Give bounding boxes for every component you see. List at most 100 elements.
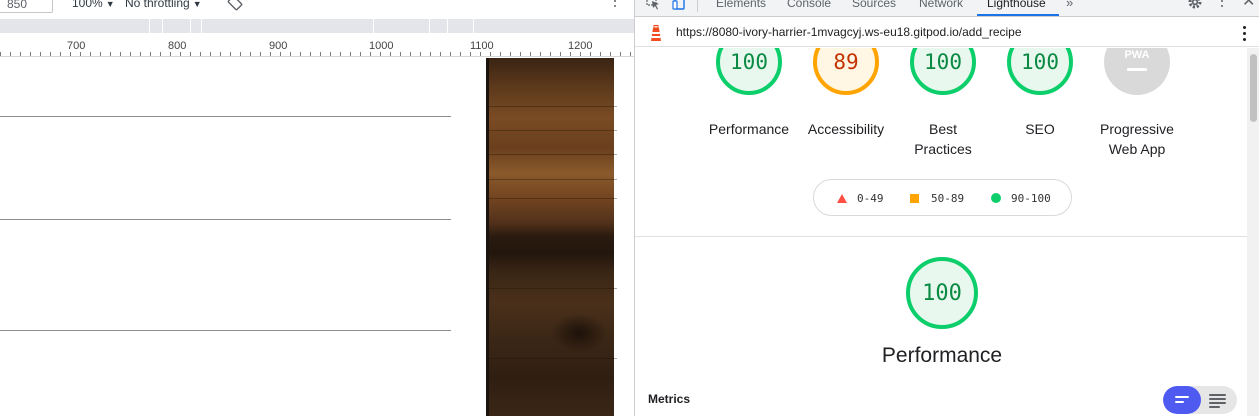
tab-sources[interactable]: Sources [852,0,896,11]
ruler-tick [320,52,321,56]
score-value: 100 [1007,48,1073,95]
ruler-tick [260,52,261,56]
ruler-tick [220,52,221,56]
ruler-tick [40,52,41,56]
ruler-tick [20,52,21,56]
ruler-tick [420,52,421,56]
rotate-icon[interactable] [227,0,243,11]
label-line: Progressive [1100,121,1174,137]
ruler-tick [430,52,431,56]
ruler-tick [410,52,411,56]
ruler-tick [600,52,601,56]
gauge-pwa[interactable]: PWA [1104,48,1170,95]
ruler-tick [150,52,151,56]
caret-down-icon: ▼ [105,0,115,9]
ruler-tick [280,52,281,56]
ruler-tick [610,52,611,56]
divider-line [0,219,451,220]
wood-background-image [486,58,617,416]
gauge-accessibility[interactable]: 89 [813,48,879,95]
ruler-tick [360,52,361,56]
ruler-tick [400,52,401,56]
tab-lighthouse[interactable]: Lighthouse [987,0,1046,11]
score-value: 100 [716,48,782,95]
ruler-tick [290,52,291,56]
ruler-tick [550,52,551,56]
ruler-tick [50,52,51,56]
ruler-tick [160,52,161,56]
ruler-tick [540,52,541,56]
metrics-heading: Metrics [648,392,691,406]
ruler-tick [200,52,201,56]
legend-pass: 90-100 [991,192,1051,205]
ruler-tick [0,52,1,56]
device-toolbar-icon[interactable] [672,0,686,11]
active-tab-indicator [977,14,1059,16]
ruler-tick [490,52,491,56]
ruler-tick [70,52,71,56]
ruler-tick [500,52,501,56]
report-menu-icon[interactable] [1241,26,1247,42]
devtools-tab-bar: Elements Console Sources Network Lightho… [635,0,1259,17]
device-toolbar-menu-icon[interactable] [612,0,618,11]
ruler-tick [460,52,461,56]
ruler-tick [30,52,31,56]
inspect-element-icon[interactable] [646,0,660,11]
gauge-seo[interactable]: 100 [1007,48,1073,95]
ruler-tick [60,52,61,56]
metrics-view-toggle[interactable] [1163,386,1237,414]
ruler-tick [210,52,211,56]
tab-elements[interactable]: Elements [716,0,766,11]
ruler-label: 900 [269,40,288,52]
ruler-tick [240,52,241,56]
legend-range: 0-49 [857,192,884,205]
ruler-tick [380,52,381,56]
scrollbar-thumb[interactable] [1250,54,1257,122]
performance-score-gauge: 100 [906,257,978,329]
ruler-tick [350,52,351,56]
audited-url: https://8080-ivory-harrier-1mvagcyj.ws-e… [676,25,1022,39]
section-divider [635,236,1247,237]
gauge-performance[interactable]: 100 [716,48,782,95]
pwa-badge-icon: PWA [1104,48,1170,95]
report-scrollbar[interactable] [1247,48,1259,416]
media-query-bar[interactable] [0,19,634,33]
pwa-badge-text: PWA [1124,48,1150,61]
zoom-select[interactable]: 100% ▼ [72,0,115,12]
more-tabs-icon[interactable]: » [1066,0,1073,10]
ruler-tick [100,52,101,56]
compact-view-icon[interactable] [1163,386,1201,414]
close-icon[interactable]: ✕ [1242,0,1255,10]
tab-network[interactable]: Network [919,0,963,11]
gauge-label-performance: Performance [694,119,804,139]
ruler-tick [190,52,191,56]
label-line: Accessibility [807,121,885,137]
ruler-label: 1000 [369,40,394,52]
legend-range: 50-89 [931,192,965,205]
devtools-menu-icon[interactable] [1219,0,1225,11]
label-line: Performance [708,121,790,137]
ruler-tick [470,52,471,56]
device-width-input[interactable]: 850 [0,0,53,13]
ruler-tick [590,52,591,56]
device-toolbar: 850 100% ▼ No throttling ▼ [0,0,634,17]
lighthouse-report: 100 89 100 100 PWA Performance Accessibi… [635,48,1247,416]
square-icon [910,194,919,203]
gauge-best-practices[interactable]: 100 [910,48,976,95]
ruler-tick [480,52,481,56]
ruler-tick [130,52,131,56]
score-scale-legend: 0-49 50-89 90-100 [813,179,1072,216]
ruler-tick [90,52,91,56]
screen: 850 100% ▼ No throttling ▼ 700 800 900 1… [0,0,1259,416]
ruler-tick [580,52,581,56]
ruler-tick [440,52,441,56]
divider-line [0,116,451,117]
gauge-label-seo: SEO [985,119,1095,139]
gauge-label-accessibility: Accessibility [791,119,901,139]
gear-icon[interactable] [1187,0,1203,10]
tab-console[interactable]: Console [787,0,831,11]
legend-average: 50-89 [910,192,964,205]
circle-icon [991,193,1001,203]
throttling-select[interactable]: No throttling ▼ [125,0,202,12]
ruler-tick [230,52,231,56]
